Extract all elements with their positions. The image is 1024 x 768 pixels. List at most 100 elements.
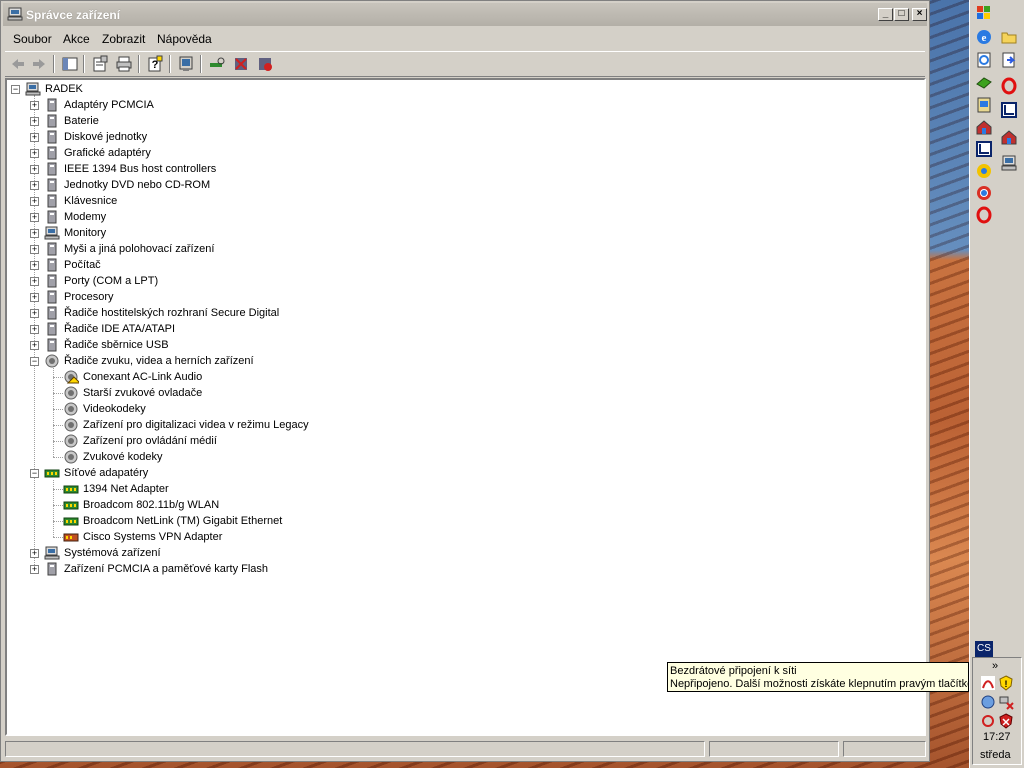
menu-view[interactable]: Zobrazit bbox=[102, 32, 145, 46]
help-icon[interactable]: ? bbox=[146, 55, 164, 73]
security-warning-icon[interactable]: ! bbox=[998, 675, 1014, 691]
expand-toggle[interactable]: + bbox=[30, 165, 39, 174]
disable-icon[interactable] bbox=[256, 55, 274, 73]
tree-device[interactable]: Broadcom 802.11b/g WLAN bbox=[7, 497, 907, 513]
tree-device[interactable]: Broadcom NetLink (TM) Gigabit Ethernet bbox=[7, 513, 907, 529]
minimize-button[interactable]: _ bbox=[878, 8, 893, 21]
expand-toggle[interactable]: + bbox=[30, 149, 39, 158]
tree-category[interactable]: + Adaptéry PCMCIA bbox=[7, 97, 907, 113]
tree-category[interactable]: + Grafické adaptéry bbox=[7, 145, 907, 161]
book-icon[interactable] bbox=[975, 74, 993, 92]
tree-category[interactable]: + Procesory bbox=[7, 289, 907, 305]
expand-toggle[interactable]: + bbox=[30, 181, 39, 190]
uninstall-icon[interactable] bbox=[232, 55, 250, 73]
expand-toggle[interactable]: + bbox=[30, 277, 39, 286]
tree-category[interactable]: − Síťové adapatéry bbox=[7, 465, 907, 481]
tree-device[interactable]: Cisco Systems VPN Adapter bbox=[7, 529, 907, 545]
tree-device[interactable]: 1394 Net Adapter bbox=[7, 481, 907, 497]
tree-category[interactable]: + Řadiče IDE ATA/ATAPI bbox=[7, 321, 907, 337]
expand-toggle[interactable]: + bbox=[30, 293, 39, 302]
expand-toggle[interactable]: + bbox=[30, 133, 39, 142]
tree-category[interactable]: + Baterie bbox=[7, 113, 907, 129]
opera-icon[interactable] bbox=[975, 206, 993, 224]
tree-category[interactable]: + Diskové jednotky bbox=[7, 129, 907, 145]
tree-category[interactable]: + IEEE 1394 Bus host controllers bbox=[7, 161, 907, 177]
tree-category[interactable]: + Řadiče hostitelských rozhraní Secure Di… bbox=[7, 305, 907, 321]
expand-toggle[interactable]: + bbox=[30, 101, 39, 110]
monitor-icon[interactable] bbox=[177, 55, 195, 73]
tree-device[interactable]: Videokodeky bbox=[7, 401, 907, 417]
document-arrow-icon[interactable] bbox=[1000, 51, 1018, 69]
expand-toggle[interactable]: + bbox=[30, 117, 39, 126]
expand-toggle[interactable]: + bbox=[30, 565, 39, 574]
chrome-icon[interactable] bbox=[975, 184, 993, 202]
acrobat-icon[interactable] bbox=[980, 675, 996, 691]
collapse-toggle[interactable]: − bbox=[11, 85, 20, 94]
collapse-toggle[interactable]: − bbox=[30, 469, 39, 478]
wireless-disconnected-icon[interactable] bbox=[998, 694, 1014, 710]
tree-category[interactable]: + Myši a jiná polohovací zařízení bbox=[7, 241, 907, 257]
expand-toggle[interactable]: + bbox=[30, 245, 39, 254]
menu-file[interactable]: Soubor bbox=[13, 32, 52, 46]
title-bar[interactable]: Správce zařízení _ □ × bbox=[3, 3, 927, 26]
house-icon[interactable] bbox=[975, 118, 993, 136]
close-button[interactable]: × bbox=[912, 8, 927, 21]
refresh-icon[interactable] bbox=[975, 51, 993, 69]
tree-device[interactable]: Zvukové kodeky bbox=[7, 449, 907, 465]
sync-icon[interactable] bbox=[980, 713, 996, 729]
tree-category[interactable]: + Zařízení PCMCIA a paměťové karty Flash bbox=[7, 561, 907, 577]
generic-icon bbox=[47, 162, 57, 176]
tree-device[interactable]: Starší zvukové ovladače bbox=[7, 385, 907, 401]
generic-icon bbox=[47, 178, 57, 192]
scan-hardware-icon[interactable] bbox=[208, 55, 226, 73]
tray-expand-button[interactable]: » bbox=[992, 660, 998, 672]
expand-toggle[interactable]: + bbox=[30, 229, 39, 238]
back-icon[interactable] bbox=[9, 55, 27, 73]
window-blue-icon[interactable] bbox=[1000, 101, 1018, 119]
shield-icon[interactable] bbox=[998, 713, 1014, 729]
tree-category[interactable]: + Modemy bbox=[7, 209, 907, 225]
language-indicator[interactable]: CS bbox=[975, 641, 993, 657]
picture-icon[interactable] bbox=[975, 96, 993, 114]
network-icon[interactable] bbox=[980, 694, 996, 710]
properties-icon[interactable] bbox=[91, 55, 109, 73]
chrome-icon[interactable] bbox=[975, 162, 993, 180]
tree-category[interactable]: + Systémová zařízení bbox=[7, 545, 907, 561]
print-icon[interactable] bbox=[115, 55, 133, 73]
maximize-button[interactable]: □ bbox=[894, 8, 909, 21]
computer-icon[interactable] bbox=[1000, 154, 1018, 172]
tree-category[interactable]: + Jednotky DVD nebo CD-ROM bbox=[7, 177, 907, 193]
tree-category[interactable]: + Počítač bbox=[7, 257, 907, 273]
toolbar-separator bbox=[169, 55, 171, 73]
tree-device[interactable]: Zařízení pro ovládání médií bbox=[7, 433, 907, 449]
tree-item-label: Zařízení pro digitalizaci videa v režimu… bbox=[83, 419, 309, 431]
folder-icon[interactable] bbox=[1000, 28, 1018, 46]
tree-root[interactable]: − RADEK bbox=[7, 81, 907, 97]
tree-device[interactable]: Conexant AC-Link Audio bbox=[7, 369, 907, 385]
expand-toggle[interactable]: + bbox=[30, 325, 39, 334]
windows-flag-icon[interactable] bbox=[975, 4, 993, 22]
forward-icon[interactable] bbox=[30, 55, 48, 73]
menu-help[interactable]: Nápověda bbox=[157, 32, 212, 46]
tree-category[interactable]: − Řadiče zvuku, videa a herních zařízení bbox=[7, 353, 907, 369]
expand-toggle[interactable]: + bbox=[30, 197, 39, 206]
tree-device[interactable]: Zařízení pro digitalizaci videa v režimu… bbox=[7, 417, 907, 433]
show-hide-tree-icon[interactable] bbox=[61, 55, 79, 73]
expand-toggle[interactable]: + bbox=[30, 549, 39, 558]
internet-explorer-icon[interactable]: e bbox=[975, 28, 993, 46]
tree-category[interactable]: + Řadiče sběrnice USB bbox=[7, 337, 907, 353]
expand-toggle[interactable]: + bbox=[30, 309, 39, 318]
device-tree[interactable]: − RADEK + Adaptéry PCMCIA + Baterie + Diskové j… bbox=[5, 78, 926, 736]
window-blue-icon[interactable] bbox=[975, 140, 993, 158]
opera-icon[interactable] bbox=[1000, 77, 1018, 95]
expand-toggle[interactable]: + bbox=[30, 213, 39, 222]
collapse-toggle[interactable]: − bbox=[30, 357, 39, 366]
menu-action[interactable]: Akce bbox=[63, 32, 90, 46]
tree-category[interactable]: + Porty (COM a LPT) bbox=[7, 273, 907, 289]
expand-toggle[interactable]: + bbox=[30, 261, 39, 270]
tree-category[interactable]: + Monitory bbox=[7, 225, 907, 241]
expand-toggle[interactable]: + bbox=[30, 341, 39, 350]
clock[interactable]: 17:27 bbox=[983, 731, 1011, 743]
house-icon[interactable] bbox=[1000, 128, 1018, 146]
tree-category[interactable]: + Klávesnice bbox=[7, 193, 907, 209]
